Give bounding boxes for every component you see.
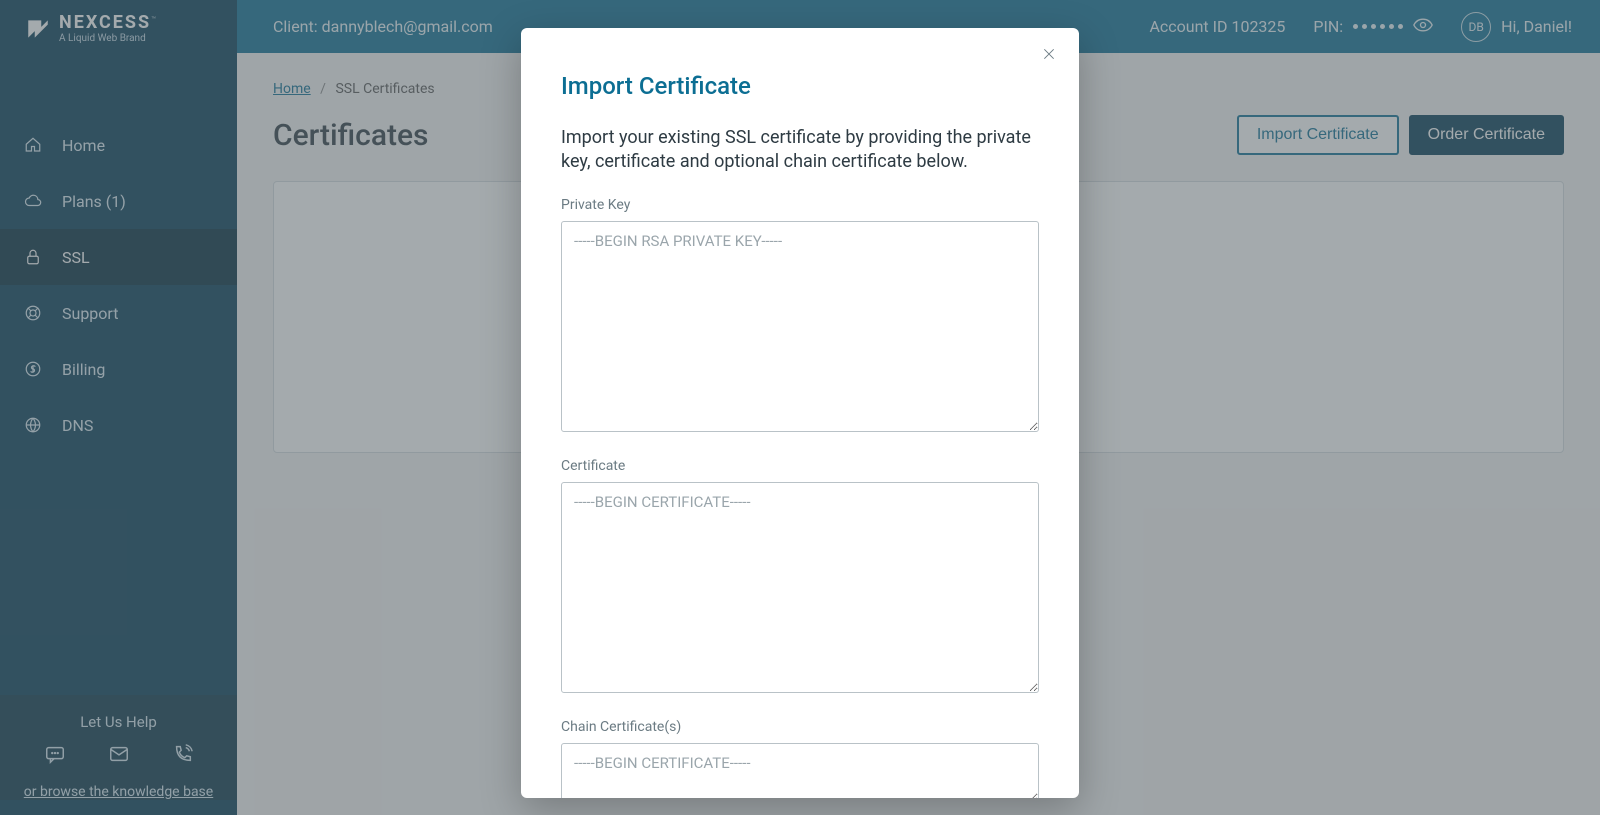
close-icon[interactable] [1037, 42, 1061, 66]
private-key-label: Private Key [561, 197, 1039, 213]
chain-certificate-label: Chain Certificate(s) [561, 719, 1039, 735]
private-key-input[interactable] [561, 221, 1039, 432]
modal-description: Import your existing SSL certificate by … [561, 126, 1039, 175]
chain-certificate-input[interactable] [561, 743, 1039, 798]
certificate-label: Certificate [561, 458, 1039, 474]
modal-title: Import Certificate [561, 72, 1039, 100]
certificate-input[interactable] [561, 482, 1039, 693]
import-certificate-modal: Import Certificate Import your existing … [521, 28, 1079, 798]
